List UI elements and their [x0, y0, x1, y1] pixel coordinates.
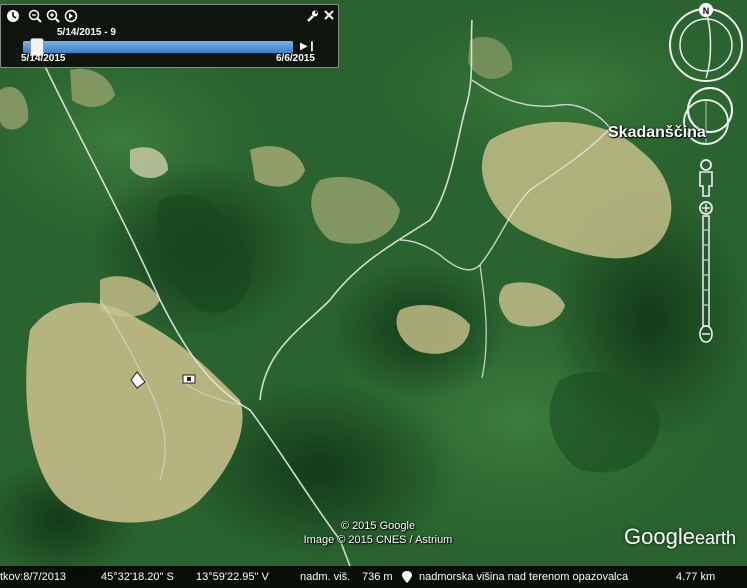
time-slider-track[interactable] [23, 41, 293, 53]
zoom-slider-icon[interactable] [699, 201, 713, 343]
imagery-copyright: © 2015 Google Image © 2015 CNES / Astriu… [288, 519, 468, 547]
zoom-in-icon[interactable] [45, 9, 61, 25]
close-icon[interactable] [321, 9, 337, 25]
building-icon[interactable] [182, 372, 196, 384]
satellite-map[interactable] [0, 0, 747, 588]
street-view-pegman-icon[interactable] [699, 159, 713, 197]
play-icon[interactable]: ▶❙ [300, 41, 316, 53]
time-slider-fill [23, 41, 293, 53]
wrench-icon[interactable] [304, 9, 320, 25]
google-earth-logo: Googleearth [624, 524, 736, 550]
longitude-readout: 13°59'22.95" V [196, 571, 269, 583]
elevation-label: nadm. viš. [300, 571, 351, 583]
copyright-google: © 2015 Google [340, 520, 416, 532]
eye-altitude-label: nadmorska višina nad terenom opazovalca [419, 571, 629, 583]
latitude-readout: 45°32'18.20" S [101, 571, 174, 583]
streaming-icon [402, 571, 412, 583]
time-slider-panel: 5/14/2015 - 9 ▶❙ 5/14/2015 6/6/2015 [0, 4, 339, 68]
eye-altitude-value: 4.77 km [676, 571, 716, 583]
place-label[interactable]: Skadanščina [608, 124, 706, 142]
copyright-imagery: Image © 2015 CNES / Astrium [303, 534, 453, 546]
zoom-out-icon[interactable] [27, 9, 43, 25]
elevation-value: 736 m [362, 571, 393, 583]
navigation-controls: N [669, 3, 743, 343]
logo-earth-text: earth [694, 528, 736, 548]
status-bar: tkov:8/7/2013 45°32'18.20" S 13°59'22.95… [0, 566, 747, 588]
start-date-label: 5/14/2015 [21, 53, 66, 64]
end-date-label: 6/6/2015 [276, 53, 315, 64]
logo-google-text: Google [624, 524, 695, 549]
current-time-label: 5/14/2015 - 9 [57, 27, 116, 38]
imagery-date: tkov:8/7/2013 [0, 571, 67, 583]
time-options-icon[interactable] [63, 9, 79, 25]
compass-north-label: N [703, 6, 710, 16]
clock-icon[interactable] [5, 9, 21, 25]
